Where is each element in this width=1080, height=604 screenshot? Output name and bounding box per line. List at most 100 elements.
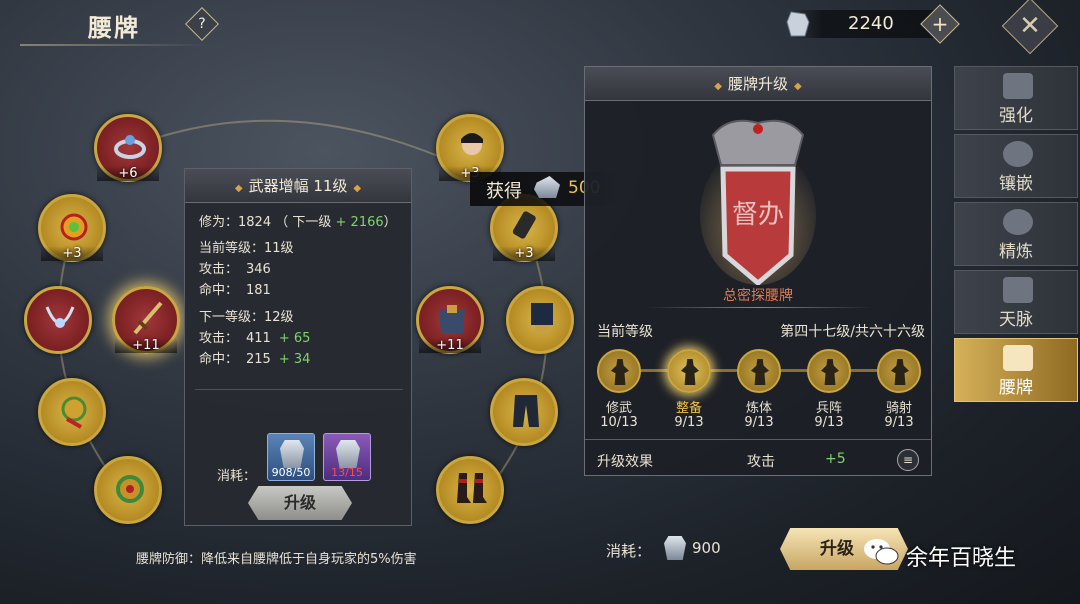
- charm-icon: [116, 475, 144, 503]
- hat-icon: [531, 303, 553, 333]
- tab-label: 天脉: [999, 310, 1033, 330]
- martial-figure-icon: [821, 359, 839, 385]
- hit-label: 命中：: [199, 352, 239, 367]
- sword-icon: [133, 301, 163, 335]
- xiuwei-close: ）: [383, 215, 397, 230]
- badge-icon: [1003, 345, 1033, 371]
- panel-header: ◆ 腰牌升级 ◆: [585, 67, 931, 101]
- wechat-icon: [864, 539, 899, 565]
- material-count: 908/50: [271, 466, 311, 479]
- current-level: 当前等级：11级: [199, 241, 294, 256]
- help-button[interactable]: ?: [185, 7, 219, 41]
- cost-label: 消耗：: [606, 542, 652, 560]
- equip-slot-amulet[interactable]: [38, 378, 106, 446]
- ring-icon: [114, 135, 146, 159]
- martial-figure-icon: [891, 359, 909, 385]
- close-button[interactable]: ✕: [1001, 0, 1059, 55]
- xiuwei-next-add: + 2166: [335, 215, 384, 230]
- xiuwei-line: 修为：1824 （ 下一级 + 2166）: [199, 211, 397, 230]
- cost-label: 消耗：: [217, 469, 257, 484]
- slot-level: +11: [115, 338, 177, 353]
- martial-figure-icon: [751, 359, 769, 385]
- stone-icon: [280, 440, 304, 468]
- stage-value: 10/13: [600, 415, 638, 430]
- equip-slot-necklace-red[interactable]: [24, 286, 92, 354]
- armor-icon: [439, 305, 465, 333]
- tooltip-header: ◆ 武器增幅 11级 ◆: [185, 169, 411, 203]
- diamond-icon: ◆: [353, 183, 362, 194]
- stage-value: 9/13: [674, 415, 704, 430]
- stone-icon: [336, 440, 360, 468]
- currency-value: 2240: [848, 13, 894, 34]
- equip-slot-pants[interactable]: [490, 378, 558, 446]
- stage-value: 9/13: [884, 415, 914, 430]
- divider: [585, 439, 931, 440]
- material-slot[interactable]: 908/50: [267, 433, 315, 481]
- divider: [195, 389, 403, 390]
- stage-name: 炼体: [745, 401, 772, 416]
- equip-slot-boots[interactable]: [436, 456, 504, 524]
- tab-strengthen[interactable]: 强化: [954, 66, 1078, 130]
- equip-slot-charm[interactable]: [94, 456, 162, 524]
- tab-meridian[interactable]: 天脉: [954, 270, 1078, 334]
- obtain-label: 获得: [486, 181, 522, 202]
- tooltip-title: 武器增幅 11级: [248, 177, 348, 195]
- material-count: 13/15: [331, 466, 363, 479]
- hit-label: 命中：: [199, 283, 239, 298]
- panel-title: 腰牌升级: [727, 75, 788, 93]
- hit-line: 命中： 181: [199, 279, 271, 298]
- equip-slot-armor[interactable]: +11: [416, 286, 484, 354]
- attack-label: 攻击：: [199, 331, 239, 346]
- equip-slot-ring[interactable]: +6: [94, 114, 162, 182]
- stage-name: 骑射: [885, 401, 912, 416]
- attack-value: 346: [246, 262, 271, 277]
- martial-figure-icon: [681, 359, 699, 385]
- next-hit-add: + 34: [278, 352, 311, 367]
- hero-portrait-icon: [461, 133, 483, 155]
- tab-label: 精炼: [999, 242, 1033, 262]
- stage-name: 整备: [675, 401, 702, 416]
- badge-name: 总密探腰牌: [723, 288, 793, 304]
- stage-node-qishe[interactable]: [877, 349, 921, 393]
- stage-node-bingzhen[interactable]: [807, 349, 851, 393]
- tooltip-upgrade-button[interactable]: 升级: [248, 486, 352, 520]
- stage-node-xiuwu[interactable]: [597, 349, 641, 393]
- badge-glyph: 督办: [732, 200, 784, 230]
- name-underline: [645, 307, 873, 308]
- tab-waist-badge[interactable]: 腰牌: [954, 338, 1078, 402]
- cost-value: 900: [692, 539, 721, 557]
- close-icon: ✕: [1019, 11, 1041, 41]
- badge-defense-description: 腰牌防御：降低来自腰牌低于自身玩家的5%伤害: [136, 552, 417, 567]
- anvil-icon: [1003, 73, 1033, 99]
- details-menu-button[interactable]: ≡: [897, 449, 919, 471]
- tab-label: 强化: [999, 106, 1033, 126]
- effect-stat: 攻击: [747, 454, 775, 470]
- help-icon: ?: [198, 16, 206, 32]
- stage-value: 9/13: [814, 415, 844, 430]
- current-level-label: 当前等级: [597, 324, 653, 340]
- next-level: 下一等级：12级: [199, 310, 294, 325]
- material-slot[interactable]: 13/15: [323, 433, 371, 481]
- tab-refine[interactable]: 精炼: [954, 202, 1078, 266]
- equip-slot-weapon[interactable]: +11: [112, 286, 180, 354]
- diamond-icon: ◆: [234, 183, 243, 194]
- next-attack-add: + 65: [278, 331, 311, 346]
- tab-inlay[interactable]: 镶嵌: [954, 134, 1078, 198]
- silver-ore-icon: [664, 536, 686, 560]
- stage-node-zhengbei[interactable]: [667, 349, 711, 393]
- equip-slot-necklace-gold[interactable]: +3: [38, 194, 106, 262]
- xiuwei-value: 1824: [238, 215, 272, 230]
- tab-label: 腰牌: [999, 378, 1033, 398]
- level-progress-text: 第四十七级/共六十六级: [780, 324, 925, 340]
- next-hit-line: 命中： 215 + 34: [199, 348, 310, 367]
- stage-node-lianti[interactable]: [737, 349, 781, 393]
- badge-upgrade-panel: ◆ 腰牌升级 ◆ 督办 总密探腰牌 当前等级 第四十七级/共六十六级 修武 整备 炼…: [584, 66, 932, 476]
- hit-value: 181: [246, 283, 271, 298]
- diamond-icon: ◆: [714, 81, 722, 92]
- tab-label: 镶嵌: [999, 174, 1033, 194]
- flower-icon: [1003, 209, 1033, 235]
- amulet-icon: [61, 396, 87, 429]
- equip-slot-hat[interactable]: [506, 286, 574, 354]
- pants-icon: [513, 395, 539, 427]
- stage-name: 修武: [605, 401, 632, 416]
